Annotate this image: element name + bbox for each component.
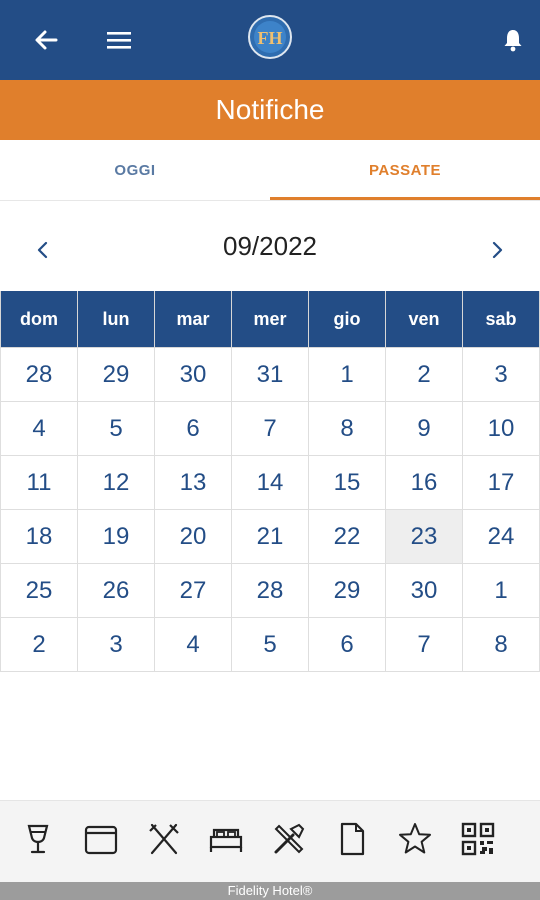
footer-brand: Fidelity Hotel®	[0, 882, 540, 900]
tab-today[interactable]: OGGI	[0, 140, 270, 200]
weekday-lun: lun	[77, 291, 155, 348]
weekday-header-row: dom lun mar mer gio ven sab	[0, 291, 540, 348]
bed-icon[interactable]	[208, 821, 244, 857]
calendar-day-cell[interactable]: 3	[462, 347, 540, 402]
calendar-day-cell[interactable]: 8	[308, 401, 386, 456]
calendar-week-row: 2345678	[0, 617, 540, 672]
weekday-gio: gio	[308, 291, 386, 348]
calendar-day-cell[interactable]: 25	[0, 563, 78, 618]
star-icon[interactable]	[397, 821, 433, 857]
calendar-day-cell[interactable]: 17	[462, 455, 540, 510]
calendar-day-cell[interactable]: 1	[308, 347, 386, 402]
page-title: Notifiche	[0, 80, 540, 140]
calendar-grid: dom lun mar mer gio ven sab 28 29 30 31 1 2 3 4 5 6 7 8 9 1…	[0, 291, 540, 672]
calendar-day-cell[interactable]: 3	[77, 617, 155, 672]
hotel-logo: FH	[248, 15, 292, 59]
calendar-day-cell[interactable]: 13	[154, 455, 232, 510]
calendar-day-cell[interactable]: 12	[77, 455, 155, 510]
calendar-day-cell[interactable]: 6	[308, 617, 386, 672]
tab-past-label: PASSATE	[368, 161, 442, 179]
calendar-day-cell[interactable]: 24	[462, 509, 540, 564]
calendar-day-cell[interactable]: 22	[308, 509, 386, 564]
weekday-dom: dom	[0, 291, 78, 348]
tab-past[interactable]: PASSATE	[270, 140, 540, 200]
calendar-week-row: 11 12 13 14 15 16 17	[0, 455, 540, 510]
calendar-day-cell[interactable]: 28	[231, 563, 309, 618]
calendar-day-cell[interactable]: 27	[154, 563, 232, 618]
calendar-day-cell[interactable]: 29	[77, 347, 155, 402]
calendar-icon[interactable]	[83, 821, 119, 857]
calendar-day-cell[interactable]: 14	[231, 455, 309, 510]
qr-code-icon[interactable]	[460, 821, 496, 857]
month-label: 09/2022	[223, 231, 317, 261]
calendar-day-cell[interactable]: 30	[385, 563, 463, 618]
document-icon[interactable]	[334, 821, 370, 857]
calendar-day-cell[interactable]: 4	[154, 617, 232, 672]
calendar-day-cell[interactable]: 19	[77, 509, 155, 564]
calendar-day-cell[interactable]: 6	[154, 401, 232, 456]
hamburger-menu-icon[interactable]	[103, 24, 135, 56]
calendar-day-cell[interactable]: 11	[0, 455, 78, 510]
calendar-week-row: 4 5 6 7 8 9 10	[0, 401, 540, 456]
calendar-day-cell[interactable]: 5	[77, 401, 155, 456]
arrow-left-icon[interactable]	[30, 24, 62, 56]
calendar-day-cell[interactable]: 28	[0, 347, 78, 402]
calendar-week-row: 28 29 30 31 1 2 3	[0, 347, 540, 402]
calendar-day-cell[interactable]: 7	[385, 617, 463, 672]
calendar-day-cell[interactable]: 23	[385, 509, 463, 564]
restaurant-icon[interactable]	[146, 821, 182, 857]
calendar-day-cell[interactable]: 26	[77, 563, 155, 618]
calendar-day-cell[interactable]: 2	[385, 347, 463, 402]
tools-icon[interactable]	[271, 821, 307, 857]
calendar-day-cell[interactable]: 7	[231, 401, 309, 456]
tab-bar: OGGI PASSATE	[0, 140, 540, 201]
calendar-day-cell[interactable]: 8	[462, 617, 540, 672]
calendar-day-cell[interactable]: 18	[0, 509, 78, 564]
calendar-week-row: 25 26 27 28 29 30 1	[0, 563, 540, 618]
svg-text:FH: FH	[258, 28, 283, 48]
calendar-day-cell[interactable]: 9	[385, 401, 463, 456]
calendar-day-cell[interactable]: 4	[0, 401, 78, 456]
bell-icon[interactable]	[502, 28, 524, 52]
weekday-ven: ven	[385, 291, 463, 348]
calendar-day-cell[interactable]: 2	[0, 617, 78, 672]
calendar-day-cell[interactable]: 5	[231, 617, 309, 672]
calendar-day-cell[interactable]: 1	[462, 563, 540, 618]
month-navigation: 09/2022	[0, 225, 540, 273]
calendar-day-cell[interactable]: 15	[308, 455, 386, 510]
active-tab-indicator	[270, 197, 540, 200]
calendar-day-cell[interactable]: 31	[231, 347, 309, 402]
weekday-sab: sab	[462, 291, 540, 348]
bottom-navigation-bar	[0, 800, 540, 883]
calendar-day-cell[interactable]: 21	[231, 509, 309, 564]
calendar-week-row: 18 19 20 21 22 23 24	[0, 509, 540, 564]
weekday-mer: mer	[231, 291, 309, 348]
calendar-day-cell[interactable]: 20	[154, 509, 232, 564]
weekday-mar: mar	[154, 291, 232, 348]
top-app-bar: FH	[0, 0, 540, 80]
wine-glass-icon[interactable]	[20, 821, 56, 857]
calendar-day-cell[interactable]: 16	[385, 455, 463, 510]
calendar-day-cell[interactable]: 10	[462, 401, 540, 456]
calendar-day-cell[interactable]: 30	[154, 347, 232, 402]
chevron-left-icon[interactable]	[28, 235, 58, 265]
chevron-right-icon[interactable]	[482, 235, 512, 265]
calendar-day-cell[interactable]: 29	[308, 563, 386, 618]
